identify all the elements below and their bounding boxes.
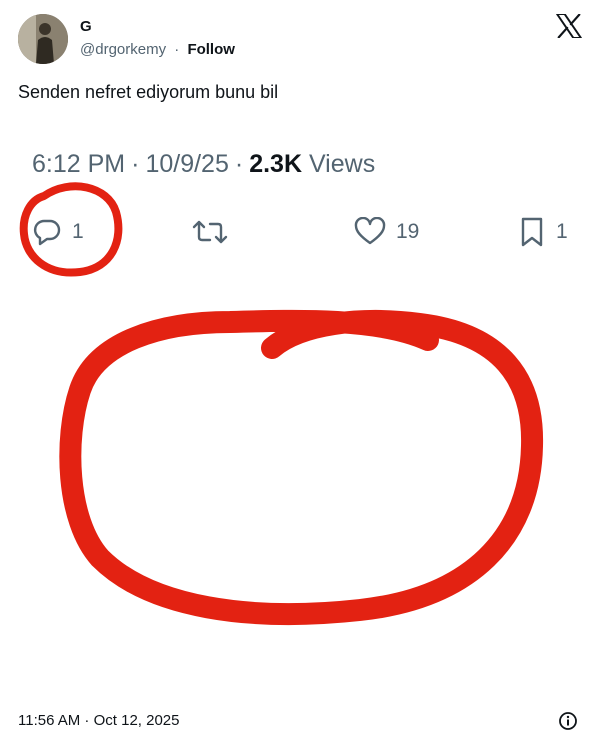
heart-icon [354, 217, 386, 245]
views-label: Views [308, 150, 376, 178]
separator-dot: · [174, 41, 180, 58]
avatar[interactable] [18, 14, 68, 64]
reply-button[interactable]: 1 [32, 214, 84, 250]
author-handle-row: @drgorkemy · Follow [80, 41, 235, 58]
like-count: 19 [396, 220, 420, 243]
retweet-icon [192, 220, 228, 244]
retweet-button[interactable] [190, 214, 240, 250]
reply-bubble-icon [33, 219, 61, 246]
bookmark-button[interactable]: 1 [518, 214, 568, 250]
separator-dot: · [131, 150, 140, 178]
tweet-time: 6:12 PM [32, 150, 126, 178]
red-circle-large [59, 309, 544, 626]
x-logo-icon[interactable] [556, 14, 582, 38]
bookmark-count: 1 [556, 220, 568, 243]
tweet-meta: 6:12 PM · 10/9/25 · 2.3K Views [32, 150, 375, 179]
author-name[interactable]: G [80, 18, 92, 35]
tweet-timestamp: 11:56 AM · Oct 12, 2025 [18, 712, 180, 729]
tweet-header: G @drgorkemy · Follow [18, 14, 582, 68]
red-annotation-circles [19, 182, 544, 626]
user-avatar-photo-icon [18, 14, 68, 64]
separator-dot: · [234, 150, 244, 178]
like-button[interactable]: 19 [354, 214, 419, 250]
views-count: 2.3K [249, 150, 302, 178]
info-icon[interactable] [558, 711, 578, 731]
reply-count: 1 [72, 220, 84, 243]
bookmark-icon [521, 217, 543, 247]
author-handle[interactable]: @drgorkemy [80, 41, 166, 58]
embedded-screenshot: 6:12 PM · 10/9/25 · 2.3K Views 1 19 1 [0, 128, 600, 688]
tweet-date: 10/9/25 [145, 150, 229, 178]
follow-button[interactable]: Follow [187, 41, 235, 58]
tweet-text: Senden nefret ediyorum bunu bil [18, 82, 279, 102]
